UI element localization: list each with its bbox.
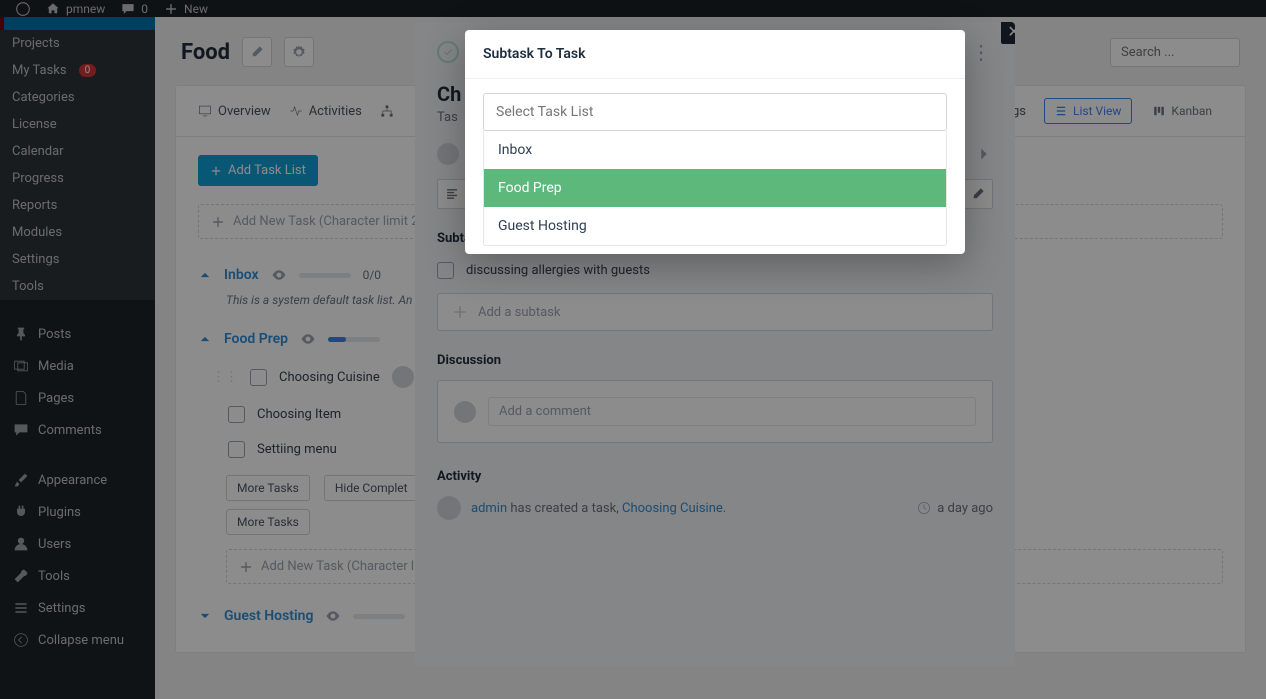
modal-title: Subtask To Task bbox=[465, 30, 965, 79]
task-list-dropdown: Inbox Food Prep Guest Hosting bbox=[483, 131, 947, 246]
subtask-to-task-modal: Subtask To Task Inbox Food Prep Guest Ho… bbox=[465, 30, 965, 254]
dropdown-option-guest-hosting[interactable]: Guest Hosting bbox=[484, 207, 946, 245]
dropdown-option-inbox[interactable]: Inbox bbox=[484, 131, 946, 169]
task-list-select-input[interactable] bbox=[483, 93, 947, 131]
dropdown-option-food-prep[interactable]: Food Prep bbox=[484, 169, 946, 207]
